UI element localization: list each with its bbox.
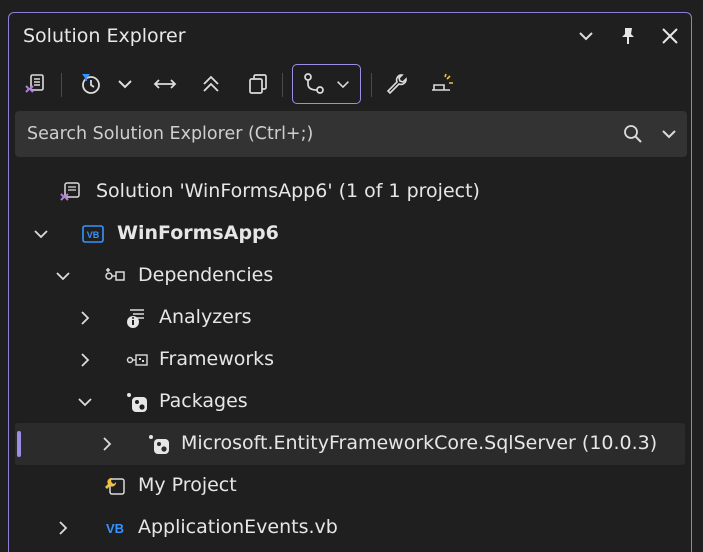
track-active-item-button[interactable] [292, 64, 361, 104]
tree-item-label: Microsoft.EntityFrameworkCore.SqlServer … [181, 432, 658, 454]
tree-item-label: Solution 'WinFormsApp6' (1 of 1 project) [96, 180, 480, 202]
pending-changes-filter-icon[interactable] [75, 69, 105, 99]
selection-marker [17, 431, 21, 457]
chevron-down-icon[interactable] [575, 25, 597, 47]
svg-text:VB: VB [87, 230, 100, 240]
tree-item-packages[interactable]: Packages [9, 381, 691, 423]
solution-icon [59, 180, 83, 204]
dropdown-chevron-icon[interactable] [110, 69, 140, 99]
toolbar [9, 61, 691, 111]
nuget-package-icon [147, 432, 171, 456]
chevron-right-icon[interactable] [75, 350, 95, 370]
toolbar-separator [61, 73, 62, 97]
tree-item-label: WinFormsApp6 [117, 222, 279, 244]
tree-item-my-project[interactable]: My Project [9, 465, 691, 507]
vb-file-icon: VB [103, 516, 127, 540]
tree-item-project[interactable]: VB WinFormsApp6 [9, 213, 691, 255]
vb-project-icon: VB [81, 222, 105, 246]
panel-title: Solution Explorer [23, 25, 186, 47]
toolbar-separator [282, 73, 283, 97]
chevron-right-icon[interactable] [75, 308, 95, 328]
tree-item-label: Analyzers [159, 306, 252, 328]
title-bar: Solution Explorer [9, 13, 691, 61]
search-icon[interactable] [621, 122, 645, 146]
tree-item-label: My Project [138, 474, 237, 496]
my-project-icon [103, 474, 127, 498]
collapse-all-icon[interactable] [196, 69, 226, 99]
analyzers-icon [125, 306, 149, 330]
tree-item-label: Frameworks [159, 348, 275, 370]
track-active-item-icon [303, 73, 324, 94]
chevron-down-icon[interactable] [75, 392, 95, 412]
search-options-chevron-icon[interactable] [657, 122, 681, 146]
close-icon[interactable] [659, 25, 681, 47]
show-all-files-icon[interactable] [243, 69, 273, 99]
tree-item-dependencies[interactable]: Dependencies [9, 255, 691, 297]
sync-active-document-icon[interactable] [150, 69, 180, 99]
pin-icon[interactable] [617, 25, 639, 47]
tree-item-application-events[interactable]: VB ApplicationEvents.vb [9, 507, 691, 549]
properties-wrench-icon[interactable] [381, 69, 411, 99]
chevron-down-icon[interactable] [31, 224, 51, 244]
chevron-right-icon[interactable] [53, 518, 73, 538]
switch-views-icon[interactable] [21, 69, 51, 99]
preview-selected-items-icon[interactable] [427, 69, 457, 99]
chevron-right-icon[interactable] [97, 434, 117, 454]
tree-item-package[interactable]: Microsoft.EntityFrameworkCore.SqlServer … [15, 423, 685, 465]
toolbar-separator [371, 73, 372, 97]
search-box[interactable]: Search Solution Explorer (Ctrl+;) [15, 111, 687, 157]
tree-item-label: Packages [159, 390, 248, 412]
dependencies-icon [103, 264, 127, 288]
nuget-packages-icon [125, 390, 149, 414]
tree-item-frameworks[interactable]: Frameworks [9, 339, 691, 381]
tree-item-solution[interactable]: Solution 'WinFormsApp6' (1 of 1 project) [9, 171, 691, 213]
tree-item-label: Dependencies [138, 264, 274, 286]
svg-text:VB: VB [106, 521, 124, 536]
tree-item-label: ApplicationEvents.vb [138, 516, 338, 538]
chevron-down-icon[interactable] [53, 266, 73, 286]
dropdown-chevron-icon [336, 81, 349, 89]
search-input[interactable]: Search Solution Explorer (Ctrl+;) [27, 124, 313, 144]
solution-explorer-panel: Solution Explorer Search Solution Explor… [8, 12, 692, 552]
frameworks-icon [125, 348, 149, 372]
tree-item-analyzers[interactable]: Analyzers [9, 297, 691, 339]
